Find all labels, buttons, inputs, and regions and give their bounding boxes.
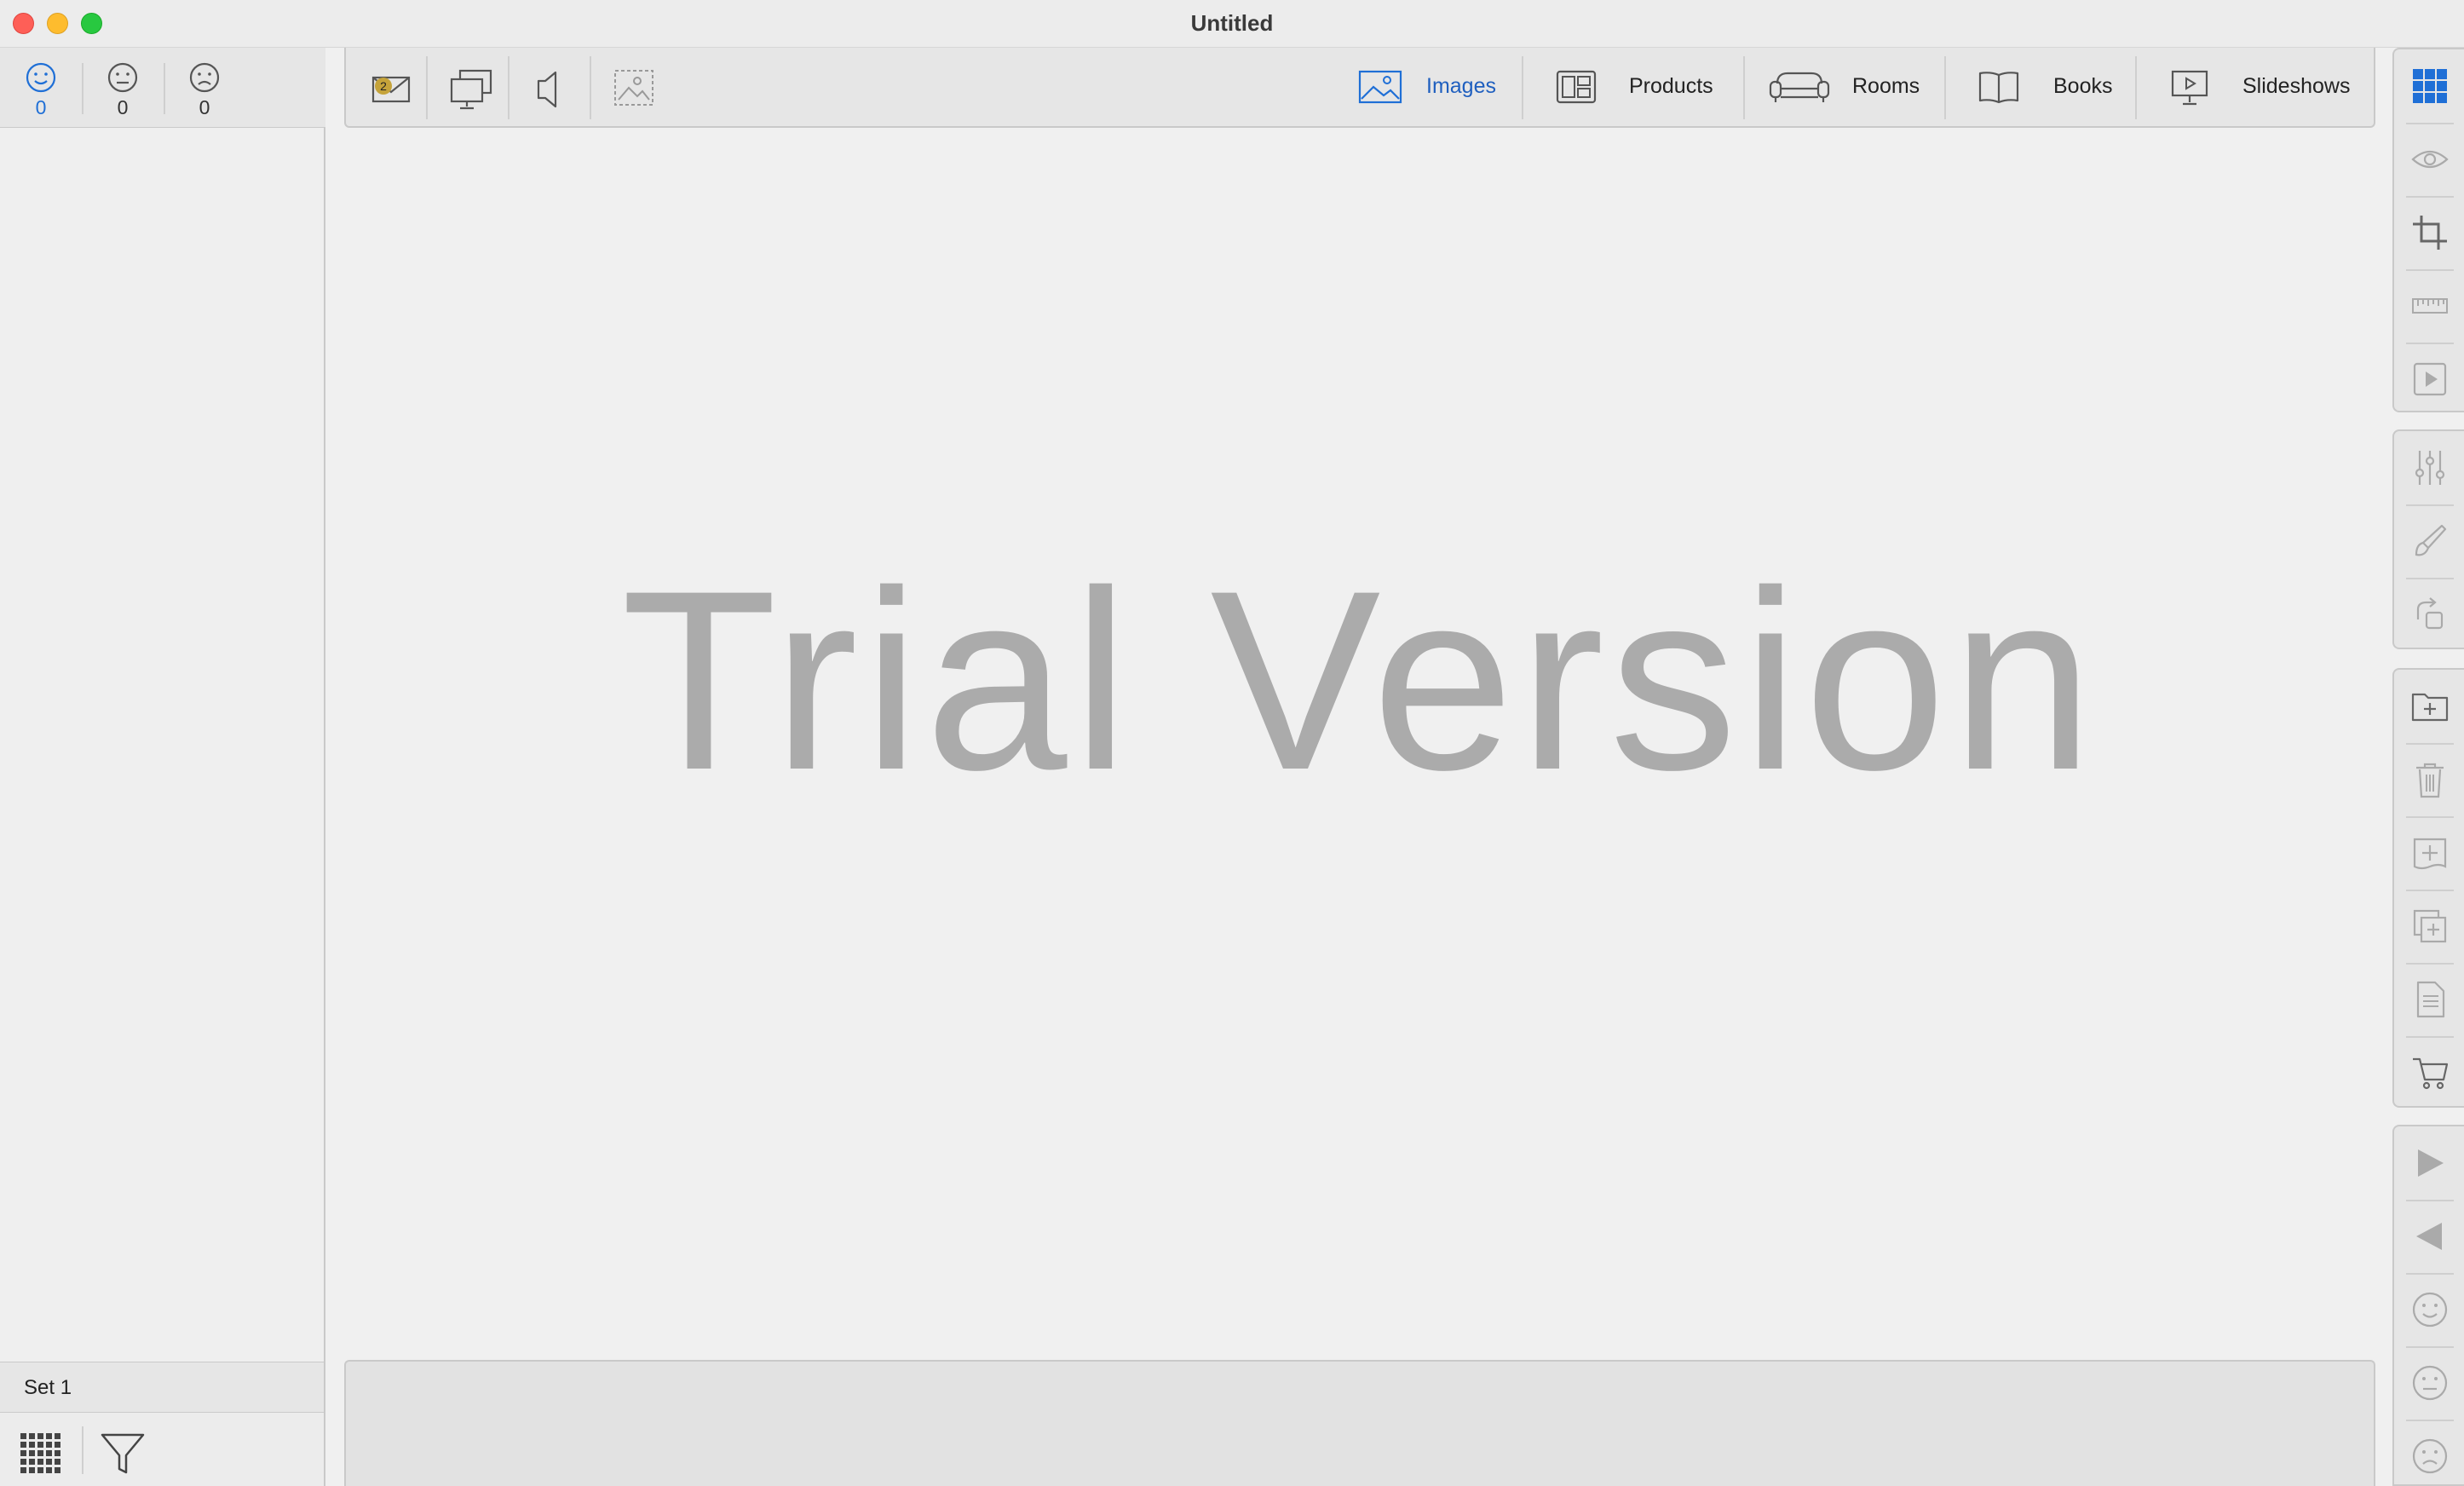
sad-face-icon: [189, 62, 220, 93]
sofa-icon: [1769, 72, 1830, 102]
left-sidebar: 0 0 0 Set 1: [0, 48, 325, 1486]
document-button[interactable]: [2394, 963, 2464, 1036]
rating-sad-count: 0: [199, 96, 210, 118]
adjustments-button[interactable]: [2394, 431, 2464, 504]
mail-button[interactable]: 2: [356, 60, 424, 115]
nav-books-label: Books: [2053, 74, 2113, 98]
preview-button[interactable]: [2394, 123, 2464, 196]
image-icon: [1358, 70, 1402, 104]
brush-icon: [2415, 524, 2447, 556]
nav-rooms[interactable]: Rooms: [1759, 48, 1946, 128]
play-left-icon: [2416, 1223, 2442, 1250]
eye-icon: [2411, 150, 2449, 169]
title-bar: Untitled: [0, 0, 2464, 48]
speaker-icon: [537, 71, 557, 108]
nav-products[interactable]: Products: [1539, 48, 1743, 128]
add-image-button[interactable]: [2394, 816, 2464, 890]
rate-sad-button[interactable]: [2394, 1420, 2464, 1486]
happy-face-icon: [26, 62, 56, 93]
cart-button[interactable]: [2394, 1036, 2464, 1109]
folder-plus-icon: [2411, 693, 2449, 722]
right-toolbar-view-group: [2392, 48, 2464, 412]
delete-button[interactable]: [2394, 743, 2464, 816]
neutral-face-icon: [107, 62, 138, 93]
rotate-button[interactable]: [2394, 578, 2464, 651]
duplicate-icon: [2413, 909, 2447, 943]
grid-view-toggle[interactable]: [2394, 49, 2464, 123]
filter-button[interactable]: [92, 1421, 152, 1481]
rating-neutral-button[interactable]: 0: [82, 48, 164, 128]
add-frame-icon: [2413, 838, 2447, 870]
happy-face-icon: [2412, 1292, 2448, 1328]
sound-button[interactable]: [518, 60, 586, 115]
right-toolbar-edit-group: [2392, 429, 2464, 649]
book-icon: [1978, 72, 2019, 104]
image-placeholder-icon: [614, 70, 653, 106]
display-button[interactable]: [436, 60, 504, 115]
sad-face-icon: [2412, 1438, 2448, 1474]
funnel-icon: [101, 1433, 145, 1474]
set-label: Set 1: [24, 1376, 72, 1399]
grid-view-button[interactable]: [10, 1421, 70, 1481]
trash-icon: [2416, 763, 2444, 798]
rate-neutral-button[interactable]: [2394, 1346, 2464, 1420]
rate-happy-button[interactable]: [2394, 1273, 2464, 1346]
crop-button[interactable]: [2394, 196, 2464, 269]
top-toolbar: 2 Images Products Rooms Books Slideshows: [344, 48, 2375, 128]
rating-filter-bar: 0 0 0: [0, 48, 325, 128]
ruler-icon: [2412, 298, 2448, 314]
neutral-face-icon: [2412, 1365, 2448, 1401]
set-selector[interactable]: Set 1: [0, 1362, 324, 1413]
play-box-icon: [2413, 362, 2447, 396]
sliders-icon: [2415, 451, 2445, 485]
rating-happy-button[interactable]: 0: [0, 48, 82, 128]
nav-books[interactable]: Books: [1960, 48, 2139, 128]
retouch-button[interactable]: [2394, 504, 2464, 578]
trial-watermark: Trial Version: [620, 537, 2099, 823]
presentation-icon: [2171, 70, 2208, 106]
play-right-icon: [2418, 1149, 2444, 1177]
nav-rooms-label: Rooms: [1852, 74, 1920, 98]
play-preview-button[interactable]: [2394, 343, 2464, 416]
nav-slideshows[interactable]: Slideshows: [2150, 48, 2372, 128]
nav-images-label: Images: [1426, 74, 1496, 98]
products-icon: [1556, 70, 1597, 104]
bottom-panel: [344, 1360, 2375, 1486]
measure-button[interactable]: [2394, 269, 2464, 343]
sidebar-bottom-bar: [0, 1413, 324, 1486]
app-window: Untitled 0 0 0 Set 1 2 Images Products R…: [0, 0, 2464, 1486]
rating-neutral-count: 0: [117, 96, 129, 118]
image-placeholder-button[interactable]: [600, 60, 668, 115]
grid-icon: [2413, 69, 2447, 103]
crop-icon: [2413, 216, 2447, 250]
next-button[interactable]: [2394, 1126, 2464, 1200]
monitors-icon: [450, 69, 492, 110]
cart-icon: [2413, 1057, 2449, 1090]
rating-happy-count: 0: [35, 96, 47, 118]
rating-sad-button[interactable]: 0: [164, 48, 245, 128]
nav-products-label: Products: [1629, 74, 1713, 98]
document-icon: [2416, 981, 2445, 1018]
rotate-icon: [2416, 597, 2444, 630]
duplicate-button[interactable]: [2394, 890, 2464, 963]
image-browser-area[interactable]: Trial Version: [344, 128, 2375, 1360]
window-title: Untitled: [1190, 10, 1274, 36]
previous-button[interactable]: [2394, 1200, 2464, 1273]
mail-badge: 2: [375, 78, 392, 95]
grid-dots-icon: [20, 1433, 60, 1473]
right-toolbar-navigation-group: [2392, 1125, 2464, 1486]
new-folder-button[interactable]: [2394, 670, 2464, 743]
nav-slideshows-label: Slideshows: [2242, 74, 2351, 98]
right-toolbar-file-group: [2392, 668, 2464, 1108]
